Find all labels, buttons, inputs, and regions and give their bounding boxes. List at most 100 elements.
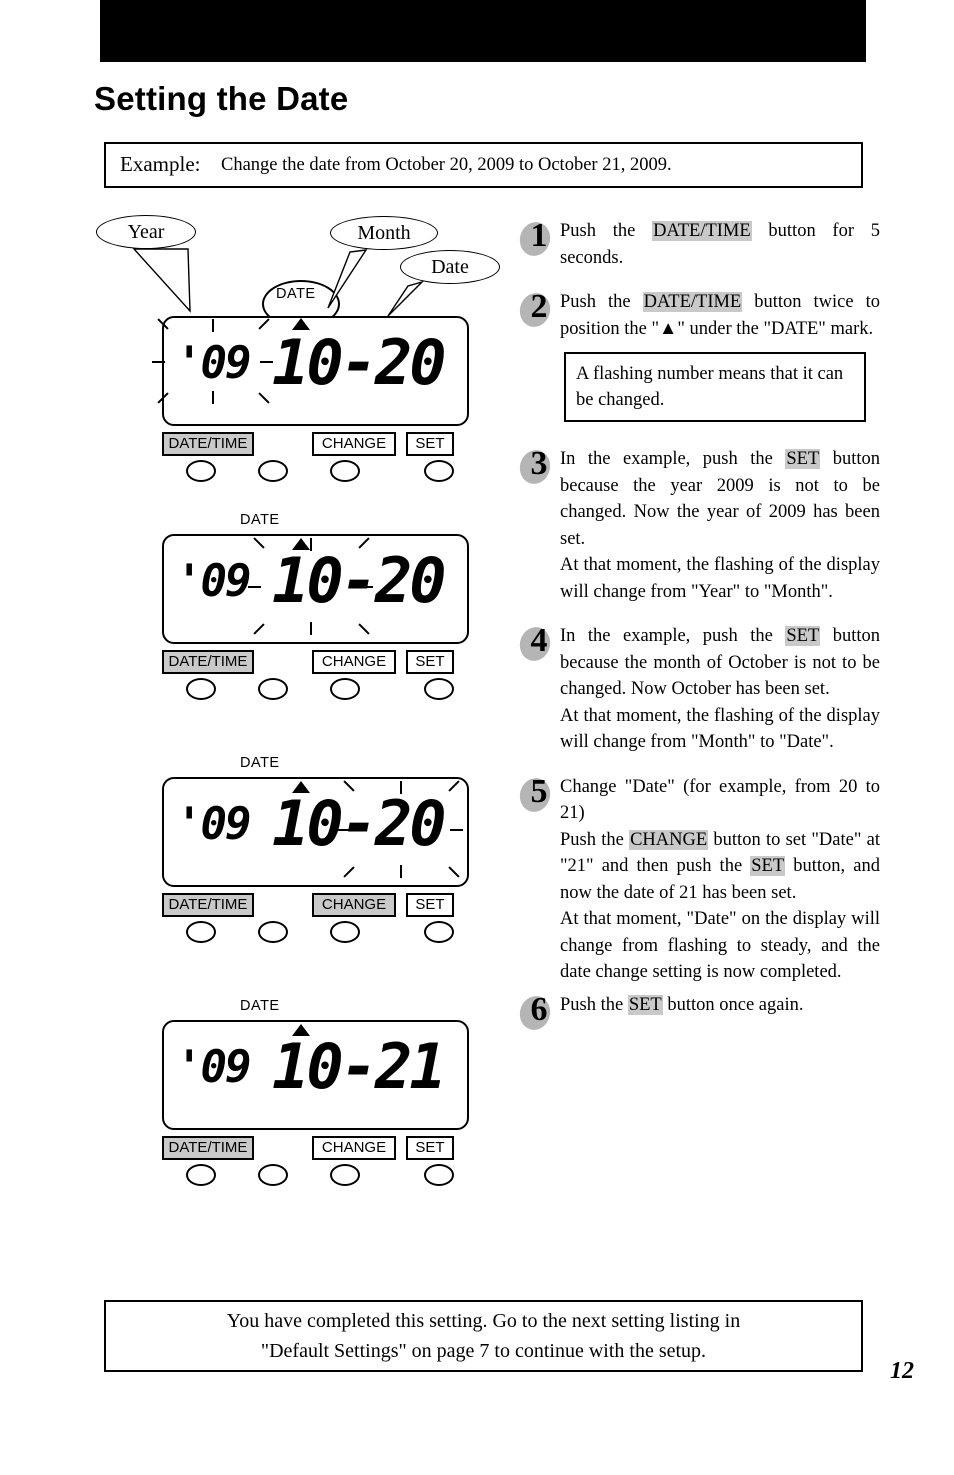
step-6: 6 Push the SET button once again. bbox=[515, 991, 880, 1033]
step-paragraph-2: At that moment, the flashing of the disp… bbox=[560, 705, 880, 753]
lcd-month-day-value: 10-21 bbox=[272, 1030, 447, 1103]
physical-button-3[interactable] bbox=[330, 678, 360, 700]
physical-button-1[interactable] bbox=[186, 460, 216, 482]
step-text-run: Push the bbox=[560, 829, 630, 850]
step-text-run: Push the bbox=[560, 994, 628, 1015]
lcd-date-mark-label: DATE bbox=[240, 512, 280, 528]
footer-box: You have completed this setting. Go to t… bbox=[104, 1300, 863, 1372]
step-number-value: 5 bbox=[530, 772, 548, 810]
diagram-3: DATE '09 10-20 DATE/TIME CHANGE SET bbox=[100, 753, 469, 953]
lcd-year-digits: '09 bbox=[176, 1042, 251, 1093]
lcd-year-digits: '09 bbox=[176, 338, 251, 389]
step-text-run: button once again. bbox=[662, 994, 804, 1015]
lcd-month-day-digits: 10-21 bbox=[272, 1030, 447, 1104]
button-label-change[interactable]: CHANGE bbox=[312, 432, 396, 456]
step-text-run: In the example, push the bbox=[560, 626, 786, 646]
callout-date-pointer bbox=[387, 280, 425, 317]
step-number-value: 6 bbox=[530, 990, 548, 1028]
lcd-month-day-digits: 10-20 bbox=[272, 787, 447, 861]
step-paragraph-2: Push the CHANGE button to set "Date" at … bbox=[560, 827, 880, 907]
lcd-date-mark-label: DATE bbox=[240, 755, 280, 771]
diagram-4: DATE '09 10-21 DATE/TIME CHANGE SET bbox=[100, 996, 469, 1196]
step-paragraph-1: Change "Date" (for example, from 20 to 2… bbox=[560, 774, 880, 827]
button-label-set[interactable]: SET bbox=[406, 650, 454, 674]
page-title: Setting the Date bbox=[94, 80, 349, 117]
button-name-highlight: DATE/TIME bbox=[652, 221, 752, 241]
lcd-month-day-value: 10-20 bbox=[272, 787, 447, 860]
physical-button-4[interactable] bbox=[424, 678, 454, 700]
step-4: 4 In the example, push the SET button bec… bbox=[515, 622, 880, 756]
step-text-run: Change "Date" (for example, from 20 to 2… bbox=[560, 776, 880, 824]
lcd-year-value: '09 bbox=[176, 1042, 251, 1093]
instruction-steps: 1 Push the DATE/TIME button for 5 seconds… bbox=[515, 217, 880, 1033]
step-number-badge: 1 bbox=[515, 217, 556, 260]
step-paragraph-1: Push the DATE/TIME button twice to posit… bbox=[560, 289, 880, 342]
physical-button-2[interactable] bbox=[258, 678, 288, 700]
physical-button-4[interactable] bbox=[424, 1164, 454, 1186]
footer-line-2: "Default Settings" on page 7 to continue… bbox=[260, 1340, 707, 1362]
step-paragraph-1: Push the DATE/TIME button for 5 seconds. bbox=[560, 218, 880, 271]
step-number-badge: 3 bbox=[515, 445, 556, 488]
physical-button-3[interactable] bbox=[330, 1164, 360, 1186]
physical-button-2[interactable] bbox=[258, 1164, 288, 1186]
step-paragraph-1: In the example, push the SET button beca… bbox=[560, 623, 880, 703]
button-name-highlight: SET bbox=[785, 626, 821, 646]
button-label-date-time[interactable]: DATE/TIME bbox=[162, 893, 254, 917]
physical-button-3[interactable] bbox=[330, 921, 360, 943]
button-label-date-time[interactable]: DATE/TIME bbox=[162, 1136, 254, 1160]
step-5: 5 Change "Date" (for example, from 20 to … bbox=[515, 772, 880, 986]
button-label-change[interactable]: CHANGE bbox=[312, 650, 396, 674]
page-number: 12 bbox=[890, 1358, 914, 1384]
lcd-year-digits: '09 bbox=[176, 556, 251, 607]
lcd-date-mark-label: DATE bbox=[240, 998, 280, 1014]
step-text-run: Push the bbox=[560, 292, 643, 312]
footer-line-1: You have completed this setting. Go to t… bbox=[226, 1310, 741, 1332]
step-text-run: In the example, push the bbox=[560, 449, 786, 469]
button-label-date-time[interactable]: DATE/TIME bbox=[162, 650, 254, 674]
button-label-change[interactable]: CHANGE bbox=[312, 1136, 396, 1160]
button-label-set[interactable]: SET bbox=[406, 432, 454, 456]
physical-button-4[interactable] bbox=[424, 460, 454, 482]
lcd-year-digits: '09 bbox=[176, 799, 251, 850]
manual-page: Setting the Date Example: Change the dat… bbox=[0, 0, 954, 1475]
physical-button-1[interactable] bbox=[186, 921, 216, 943]
step-number-badge: 2 bbox=[515, 288, 556, 331]
step-text-run: Push the bbox=[560, 221, 653, 241]
button-label-date-time[interactable]: DATE/TIME bbox=[162, 432, 254, 456]
button-name-highlight: SET bbox=[627, 994, 663, 1015]
step-paragraph-2: At that moment, the flashing of the disp… bbox=[560, 555, 880, 602]
button-name-highlight: SET bbox=[785, 449, 821, 469]
example-text: Change the date from October 20, 2009 to… bbox=[221, 155, 672, 175]
step-note-box: A flashing number means that it can be c… bbox=[564, 352, 866, 422]
step-number-value: 3 bbox=[530, 445, 548, 482]
step-2: 2 Push the DATE/TIME button twice to posi… bbox=[515, 288, 880, 422]
diagram-2: DATE '09 10-20 DATE/TIME CHANGE SET bbox=[100, 510, 469, 710]
lcd-year-value: '09 bbox=[176, 556, 251, 607]
step-number-value: 1 bbox=[530, 217, 548, 254]
step-paragraph-3: At that moment, "Date" on the display wi… bbox=[560, 909, 880, 982]
physical-button-2[interactable] bbox=[258, 921, 288, 943]
step-number-badge: 5 bbox=[515, 772, 556, 815]
lcd-year-value: '09 bbox=[176, 338, 251, 389]
button-name-highlight: CHANGE bbox=[629, 829, 709, 850]
physical-button-3[interactable] bbox=[330, 460, 360, 482]
button-name-highlight: DATE/TIME bbox=[642, 292, 743, 312]
step-1: 1 Push the DATE/TIME button for 5 seconds… bbox=[515, 217, 880, 271]
step-paragraph-1: In the example, push the SET button beca… bbox=[560, 446, 880, 552]
button-name-highlight: SET bbox=[750, 856, 786, 876]
physical-button-1[interactable] bbox=[186, 1164, 216, 1186]
step-number-badge: 4 bbox=[515, 622, 556, 665]
step-number-value: 4 bbox=[530, 622, 548, 659]
physical-button-2[interactable] bbox=[258, 460, 288, 482]
step-paragraph-1: Push the SET button once again. bbox=[560, 992, 880, 1019]
step-number-value: 2 bbox=[530, 288, 548, 325]
step-3: 3 In the example, push the SET button bec… bbox=[515, 445, 880, 605]
button-label-set[interactable]: SET bbox=[406, 893, 454, 917]
lcd-month-day-value: 10-20 bbox=[272, 544, 447, 617]
button-label-set[interactable]: SET bbox=[406, 1136, 454, 1160]
physical-button-4[interactable] bbox=[424, 921, 454, 943]
example-box: Example: Change the date from October 20… bbox=[104, 142, 863, 188]
button-label-change[interactable]: CHANGE bbox=[312, 893, 396, 917]
lcd-month-day-digits: 10-20 bbox=[272, 544, 447, 618]
physical-button-1[interactable] bbox=[186, 678, 216, 700]
